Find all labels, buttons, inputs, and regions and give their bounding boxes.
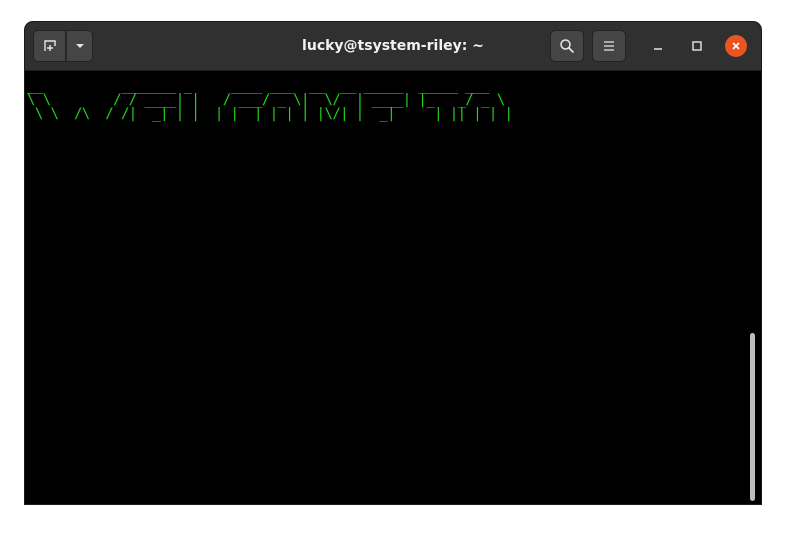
ascii-banner: __ _______ _ ____ ___ __ __ _____ _____ … [27, 78, 513, 122]
search-icon [560, 39, 574, 53]
new-tab-button[interactable] [33, 30, 66, 62]
menu-button[interactable] [592, 30, 626, 62]
maximize-icon [692, 41, 702, 51]
chevron-down-icon [75, 44, 84, 48]
banner-line-2: \ \ / / ____| | / ___/ _ \| \/ | ____| |… [27, 92, 505, 108]
search-button[interactable] [550, 30, 584, 62]
banner-line-1: __ _______ _ ____ ___ __ __ _____ _____ … [27, 78, 490, 94]
terminal-window: lucky@tsystem-riley: ~ __ _______ _ ____… [25, 22, 761, 504]
window-title: lucky@tsystem-riley: ~ [302, 38, 484, 54]
header-bar: lucky@tsystem-riley: ~ [25, 22, 761, 71]
hamburger-menu-icon [604, 41, 614, 51]
new-tab-icon [43, 40, 56, 51]
tab-dropdown-button[interactable] [66, 30, 93, 62]
maximize-button[interactable] [686, 35, 708, 57]
minimize-icon [654, 48, 662, 50]
terminal-area[interactable]: __ _______ _ ____ ___ __ __ _____ _____ … [25, 71, 761, 504]
close-button[interactable] [725, 35, 747, 57]
scrollbar-thumb[interactable] [750, 333, 755, 501]
close-icon [732, 42, 740, 50]
minimize-button[interactable] [647, 35, 669, 57]
banner-line-3: \ \ /\ / /| _| | | | | | | | | |\/| | _|… [27, 106, 513, 122]
